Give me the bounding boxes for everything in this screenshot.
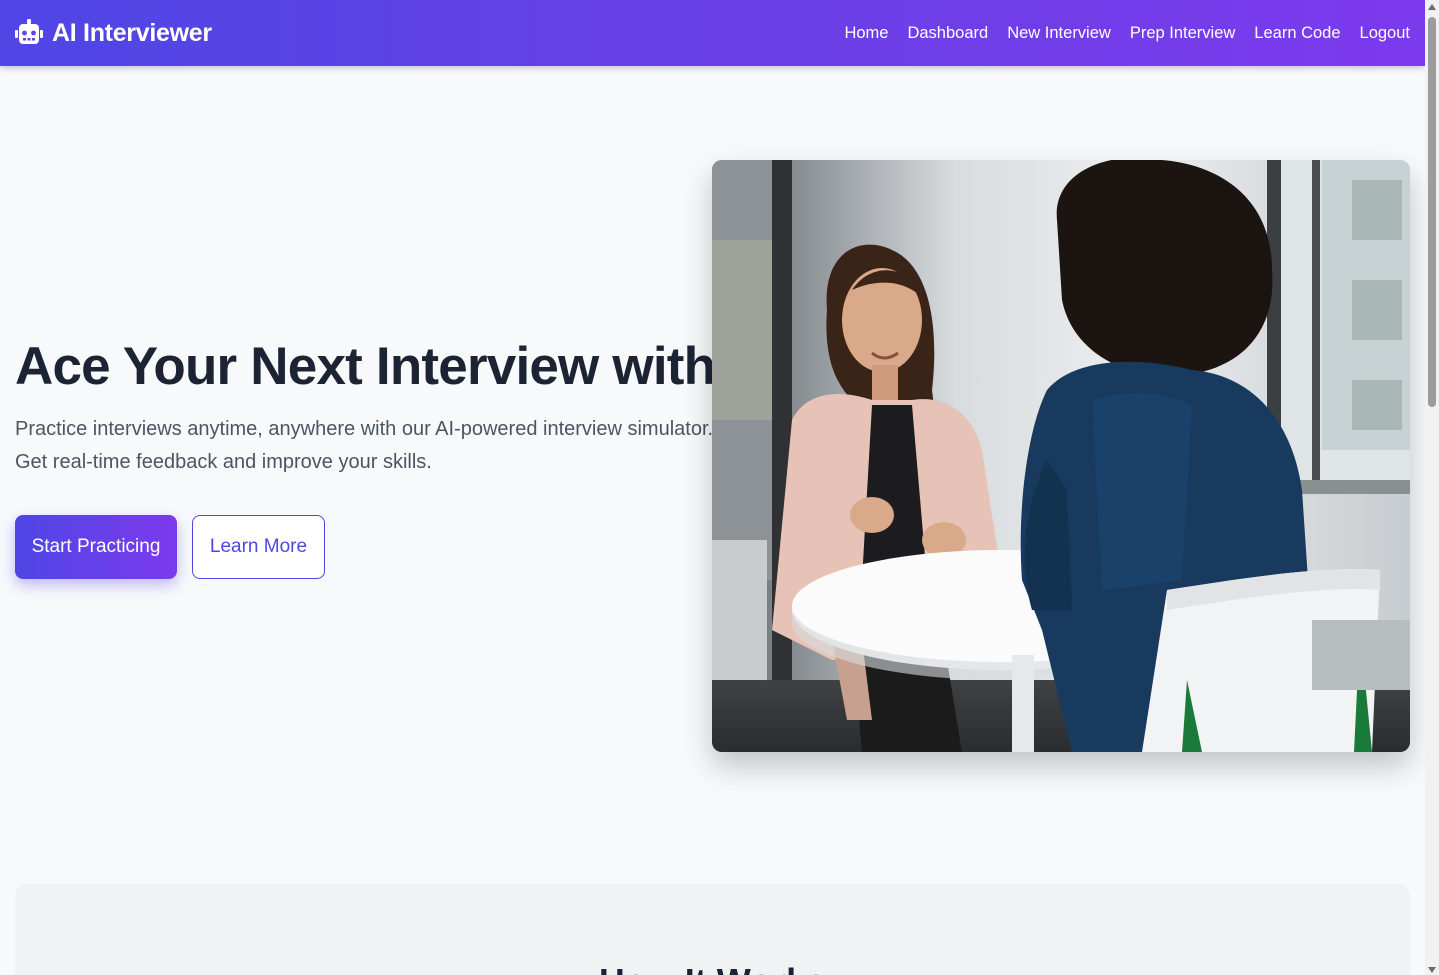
nav-link-home[interactable]: Home (844, 24, 888, 43)
scroll-down-arrow-icon[interactable] (1428, 967, 1436, 973)
hero-subtitle: Practice interviews anytime, anywhere wi… (15, 418, 714, 473)
top-navbar: AI Interviewer Home Dashboard New Interv… (0, 0, 1425, 66)
page: AI Interviewer Home Dashboard New Interv… (0, 0, 1439, 975)
nav-link-new-interview[interactable]: New Interview (1007, 24, 1111, 43)
brand-link[interactable]: AI Interviewer (14, 18, 212, 48)
hero-title: Ace Your Next Interview with AI (15, 337, 779, 396)
nav-link-logout[interactable]: Logout (1360, 24, 1410, 43)
nav-link-dashboard[interactable]: Dashboard (907, 24, 988, 43)
robot-icon (14, 18, 44, 48)
nav-link-learn-code[interactable]: Learn Code (1254, 24, 1340, 43)
start-practicing-button[interactable]: Start Practicing (15, 515, 177, 579)
vertical-scrollbar[interactable] (1425, 0, 1439, 975)
hero-photo-interview (712, 160, 1410, 752)
nav-link-prep-interview[interactable]: Prep Interview (1130, 24, 1235, 43)
interview-illustration (712, 160, 1410, 752)
how-it-works-section: How It Works (15, 884, 1410, 975)
scrollbar-thumb[interactable] (1428, 17, 1436, 407)
how-it-works-title: How It Works (15, 961, 1410, 975)
brand-name: AI Interviewer (52, 18, 212, 47)
scroll-up-arrow-icon[interactable] (1428, 4, 1436, 10)
nav-links: Home Dashboard New Interview Prep Interv… (844, 24, 1410, 43)
learn-more-button[interactable]: Learn More (192, 515, 325, 579)
